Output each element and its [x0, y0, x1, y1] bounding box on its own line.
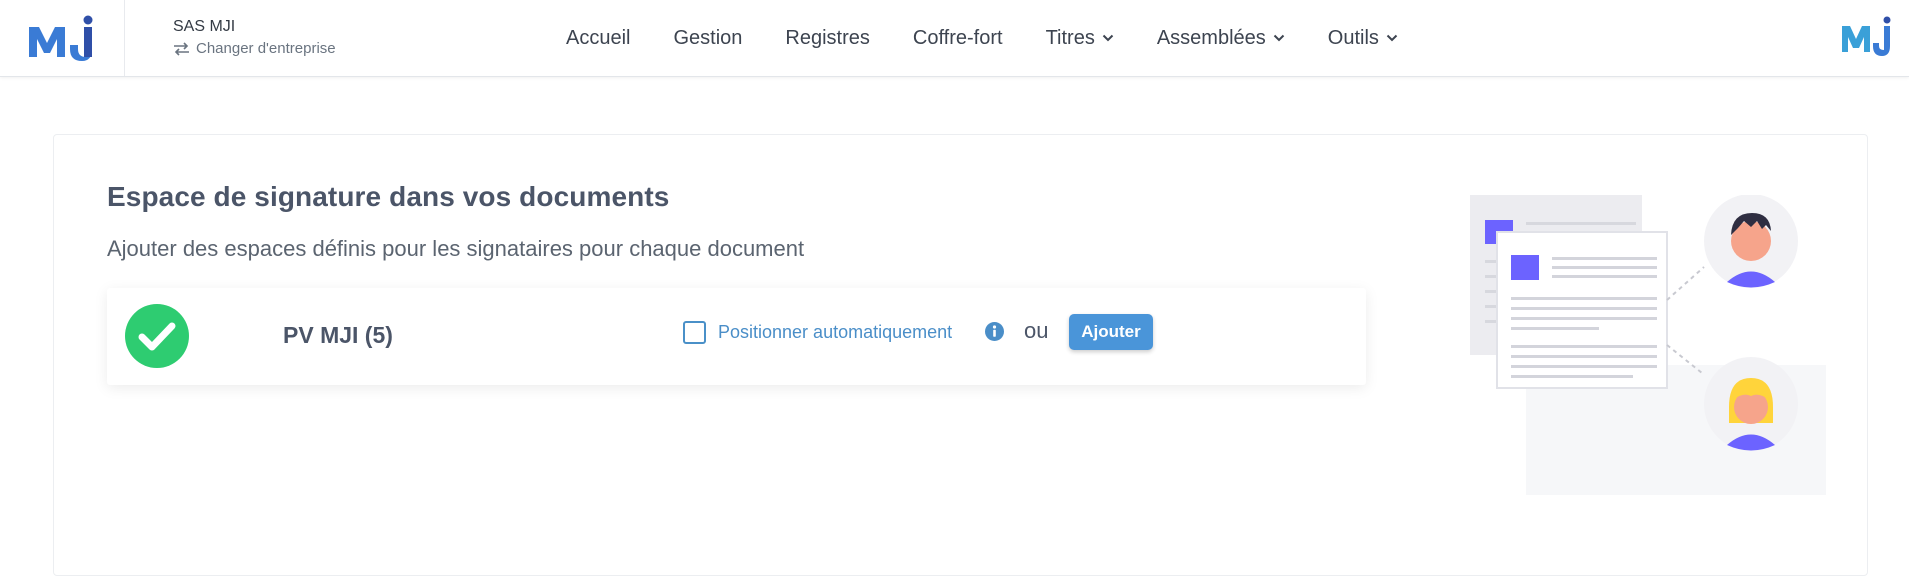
nav-coffre-fort[interactable]: Coffre-fort	[913, 27, 1003, 50]
auto-position-checkbox[interactable]	[683, 321, 706, 344]
nav-accueil[interactable]: Accueil	[566, 27, 630, 50]
partner-logo	[1842, 16, 1891, 56]
chevron-down-icon	[1273, 34, 1284, 42]
switch-arrows-icon	[174, 41, 189, 56]
top-navbar: SAS MJI Changer d'entreprise Accueil Ges…	[0, 0, 1909, 77]
switch-company-label: Changer d'entreprise	[196, 40, 336, 57]
auto-position-option[interactable]: Positionner automatiquement	[683, 321, 952, 344]
document-row: PV MJI (5) Positionner automatiquement o…	[107, 288, 1366, 385]
nav-gestion[interactable]: Gestion	[673, 27, 742, 50]
or-separator: ou	[1024, 318, 1049, 343]
nav-outils-dropdown[interactable]: Outils	[1328, 27, 1398, 50]
add-signature-button[interactable]: Ajouter	[1069, 314, 1153, 350]
signature-illustration	[1470, 195, 1826, 495]
company-name: SAS MJI	[173, 18, 236, 35]
signature-space-card: Espace de signature dans vos documents A…	[53, 134, 1868, 576]
page-subtitle: Ajouter des espaces définis pour les sig…	[107, 236, 805, 261]
company-switcher: SAS MJI Changer d'entreprise	[173, 17, 336, 57]
nav-label: Registres	[785, 26, 870, 49]
nav-label: Outils	[1327, 26, 1379, 49]
chevron-down-icon	[1386, 34, 1398, 42]
brand-logo[interactable]	[26, 15, 98, 61]
auto-position-label[interactable]: Positionner automatiquement	[718, 322, 952, 343]
nav-label: Gestion	[673, 26, 743, 49]
switch-company-link[interactable]: Changer d'entreprise	[173, 40, 336, 57]
main-nav: Accueil Gestion Registres Coffre-fort Ti…	[566, 0, 1441, 76]
check-circle-icon	[125, 304, 189, 368]
document-name: PV MJI (5)	[283, 322, 393, 348]
brand-separator	[124, 0, 125, 76]
nav-assemblees-dropdown[interactable]: Assemblées	[1157, 27, 1285, 50]
nav-label: Accueil	[566, 26, 631, 49]
nav-titres-dropdown[interactable]: Titres	[1046, 27, 1114, 50]
info-icon[interactable]	[985, 322, 1004, 341]
nav-label: Assemblées	[1156, 26, 1266, 49]
nav-label: Coffre-fort	[912, 26, 1003, 49]
nav-label: Titres	[1045, 26, 1095, 49]
page-title: Espace de signature dans vos documents	[107, 181, 670, 212]
chevron-down-icon	[1102, 34, 1114, 42]
nav-registres[interactable]: Registres	[785, 27, 869, 50]
